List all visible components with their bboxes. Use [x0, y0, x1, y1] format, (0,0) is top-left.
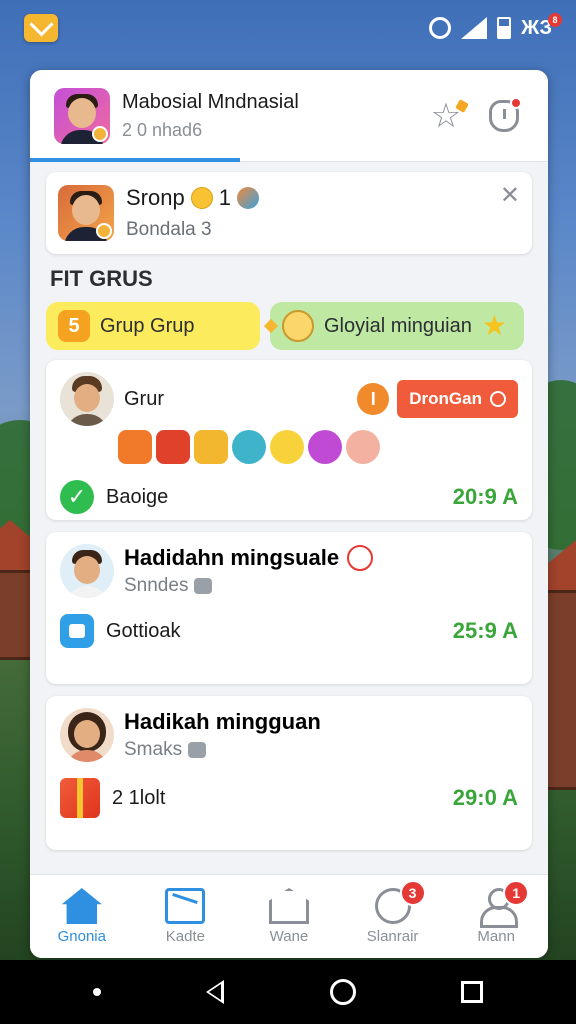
user-avatar [60, 708, 114, 762]
smile-icon [282, 310, 314, 342]
gift-box-icon[interactable] [156, 430, 190, 464]
content-area: Sronp 1 Bondala 3 ✕ FIT GRUS 5 Grup Grup… [30, 162, 548, 850]
home-icon [61, 888, 102, 924]
alarm-icon [429, 17, 452, 39]
timer-icon [347, 545, 374, 571]
star-icon: ★ [481, 310, 507, 341]
feed-sub: Smaks [124, 739, 183, 760]
mail-notification-icon[interactable] [24, 14, 58, 42]
feed-name: Hadikah mingguan [124, 709, 321, 734]
nav-label: Kadte [165, 928, 205, 945]
sun-icon[interactable] [270, 430, 304, 464]
status-text: ЖЗ 8 [521, 12, 562, 40]
signal-icon [461, 17, 488, 39]
gift-icon [60, 778, 100, 818]
feed-card[interactable]: Grur I DronGan ✓ Baoige 20:9 A [46, 360, 532, 520]
profile-subtitle: 2 0 nhad6 [122, 120, 203, 140]
points-value: 25:9 A [452, 618, 518, 643]
main-panel: Mabosial Mndnasial 2 0 nhad6 ☆ Sronp 1 B… [30, 70, 548, 958]
app-icon [60, 614, 94, 648]
bottom-nav: Gnonia Kadte Wane 3 Slanrair 1 Mann [30, 874, 548, 958]
nav-label: Wane [269, 928, 309, 945]
nav-home[interactable]: Gnonia [37, 888, 127, 945]
chip-row: 5 Grup Grup Gloyial minguian ★ [46, 302, 532, 350]
header-tab-indicator [30, 158, 240, 162]
nav-label: Slanrair [366, 928, 419, 945]
five-badge-icon: 5 [58, 310, 90, 342]
status-label: Gottioak [106, 619, 181, 642]
info-icon[interactable]: I [357, 383, 390, 415]
status-badge: 8 [548, 12, 562, 27]
mail-icon [165, 888, 206, 924]
nav-explore[interactable]: 3 Slanrair [348, 880, 438, 945]
chip-grup[interactable]: 5 Grup Grup [46, 302, 279, 350]
home-circle-icon[interactable] [329, 979, 356, 1005]
profile-name: Mabosial Mndnasial [122, 91, 299, 113]
nav-label: Gnonia [57, 928, 106, 945]
nav-badge: 1 [503, 880, 530, 906]
feed-card[interactable]: Hadikah mingguan Smaks 2 1lolt 29:0 A [46, 696, 532, 850]
shield-icon [489, 97, 522, 132]
group-count: 1 [218, 185, 231, 210]
chip-label: Grup Grup [100, 314, 195, 337]
nav-messages[interactable]: Kadte [140, 888, 230, 945]
group-title: Sronp 1 [126, 185, 520, 211]
globe-emoji-icon [236, 187, 259, 209]
nav-label: Mann [477, 928, 515, 945]
assistant-dot-icon[interactable] [92, 988, 101, 996]
star-icon: ☆ [430, 97, 462, 135]
close-icon[interactable]: ✕ [500, 184, 520, 208]
bear-icon[interactable] [346, 430, 380, 464]
alert-dot [510, 97, 522, 109]
feed-name: Grur [124, 387, 164, 410]
feed-sub: Snndes [124, 575, 189, 596]
candy-icon[interactable] [194, 430, 228, 464]
status-label: 2 1lolt [112, 786, 166, 809]
gift-box-icon[interactable] [118, 430, 152, 464]
status-icons: ЖЗ 8 [429, 12, 562, 40]
recents-icon[interactable] [461, 981, 484, 1003]
profile-header: Mabosial Mndnasial 2 0 nhad6 ☆ [30, 70, 548, 162]
nav-profile[interactable]: 1 Mann [451, 880, 541, 945]
dronGan-button[interactable]: DronGan [397, 380, 518, 418]
favorite-button[interactable]: ☆ [426, 96, 466, 136]
house-icon [268, 888, 309, 924]
user-avatar [60, 372, 114, 426]
profile-avatar[interactable] [54, 88, 110, 144]
battery-icon [497, 17, 512, 39]
flower-icon[interactable] [308, 430, 342, 464]
status-label: Baoige [106, 485, 169, 508]
points-value: 29:0 A [452, 785, 518, 810]
alerts-button[interactable] [484, 96, 524, 136]
check-icon: ✓ [60, 480, 94, 514]
timer-icon [490, 391, 506, 407]
hand-icon [194, 578, 213, 594]
nav-home-outline[interactable]: Wane [244, 888, 334, 945]
group-avatar [58, 185, 114, 241]
smile-emoji-icon [190, 187, 213, 209]
hand-icon [188, 742, 207, 758]
feed-name: Hadidahn mingsuale [124, 545, 340, 570]
user-avatar [60, 544, 114, 598]
points-value: 20:9 A [452, 484, 518, 509]
group-subtitle: Bondala 3 [126, 219, 212, 240]
group-card[interactable]: Sronp 1 Bondala 3 ✕ [46, 172, 532, 254]
section-title: FIT GRUS [50, 266, 153, 291]
action-label: DronGan [409, 389, 482, 408]
status-bar: ЖЗ 8 [0, 0, 576, 56]
macaron-icon[interactable] [232, 430, 266, 464]
chip-label: Gloyial minguian [324, 314, 472, 337]
nav-badge: 3 [399, 880, 426, 906]
gift-row [118, 430, 518, 464]
back-icon[interactable] [206, 980, 225, 1004]
system-nav-bar [0, 960, 576, 1024]
group-title-text: Sronp [126, 185, 185, 210]
chip-weekly[interactable]: Gloyial minguian ★ [270, 302, 524, 350]
feed-card[interactable]: Hadidahn mingsuale Snndes Gottioak 25:9 … [46, 532, 532, 684]
